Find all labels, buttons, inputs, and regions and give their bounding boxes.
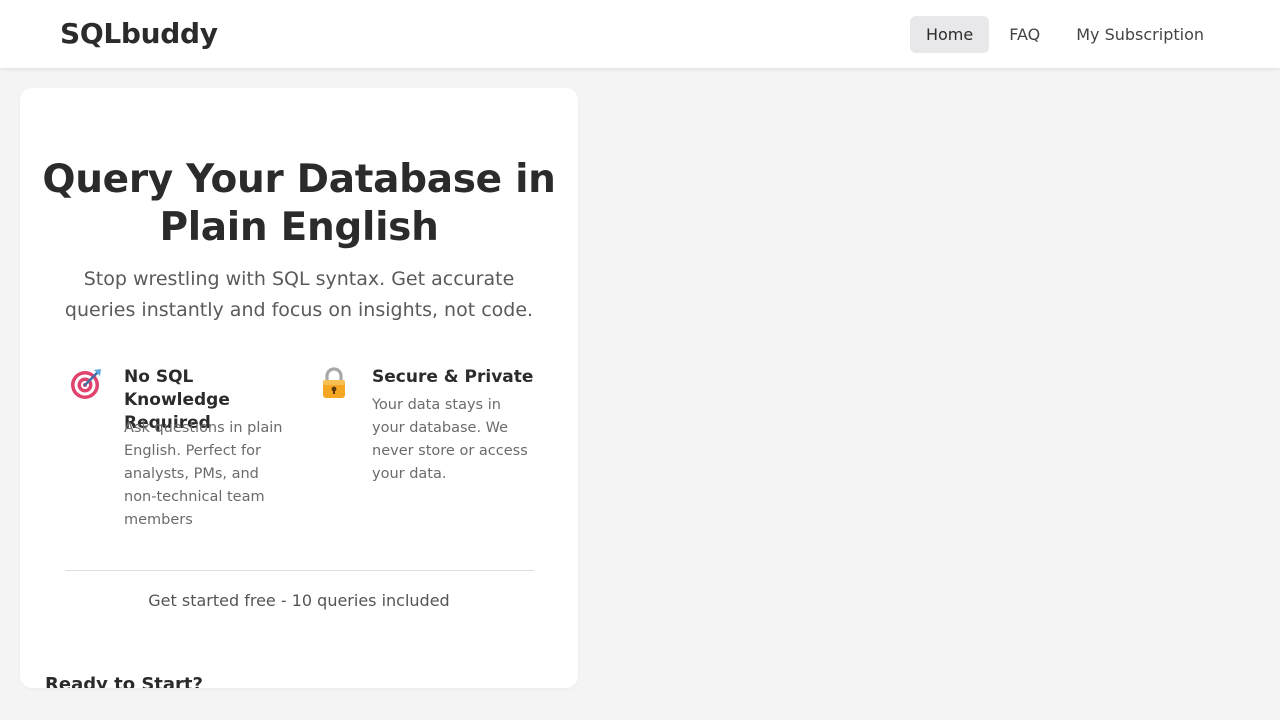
lock-icon (318, 366, 352, 400)
top-navbar: SQLbuddy Home FAQ My Subscription (0, 0, 1280, 68)
feature-description: Ask questions in plain English. Perfect … (124, 420, 283, 528)
main-nav: Home FAQ My Subscription (906, 16, 1220, 53)
feature-title: Secure & Private (372, 367, 534, 387)
nav-faq[interactable]: FAQ (993, 16, 1056, 53)
nav-home[interactable]: Home (909, 16, 990, 53)
free-trial-note: Get started free - 10 queries included (148, 591, 450, 610)
target-icon (70, 366, 104, 400)
feature-description: Your data stays in your database. We nev… (372, 397, 528, 482)
hero-subtitle: Stop wrestling with SQL syntax. Get accu… (64, 268, 534, 321)
brand-logo[interactable]: SQLbuddy (60, 17, 218, 50)
divider (65, 570, 534, 571)
ready-to-start-heading: Ready to Start? (45, 674, 203, 688)
hero-card: Query Your Database in Plain English Sto… (20, 88, 578, 688)
hero-title: Query Your Database in Plain English (42, 157, 556, 250)
nav-my-subscription[interactable]: My Subscription (1060, 16, 1220, 53)
